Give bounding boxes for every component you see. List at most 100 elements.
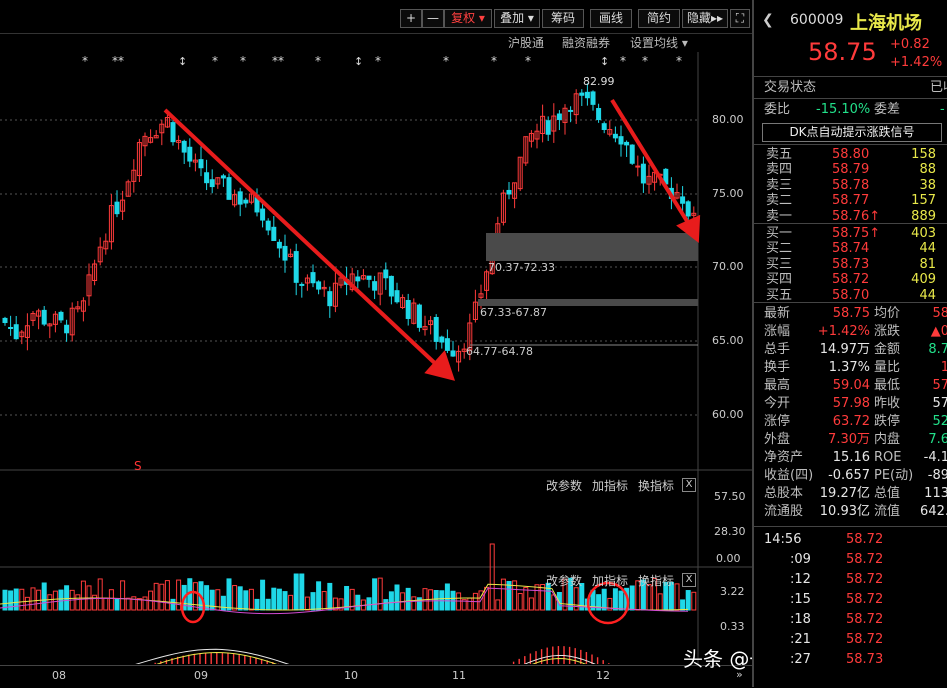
macd-add-indicator-link[interactable]: 加指标: [592, 572, 628, 589]
sell-signal-mark: S: [134, 459, 142, 473]
overlay-label: 叠加: [500, 11, 525, 25]
gap2-label: 67.33-67.87: [480, 306, 547, 319]
event-stars: * * * * * * * * * * * * * * *↕ ↕ ↕: [82, 54, 682, 68]
candle-body: [618, 136, 624, 145]
last-price: 58.75: [808, 38, 877, 66]
volume-bar: [528, 597, 534, 611]
volume-bar: [97, 578, 103, 611]
weibi-value: -15.10%: [816, 102, 871, 117]
quote-value: 59.04: [832, 378, 870, 393]
stock-code: 600009: [790, 12, 844, 28]
vol-tick: 0.00: [716, 552, 741, 565]
macd-close-icon[interactable]: X: [682, 573, 696, 587]
sell-level-volume: 158: [911, 147, 936, 162]
vol-add-indicator-link[interactable]: 加指标: [592, 477, 628, 494]
candle-body: [584, 91, 590, 99]
quote-label: 跌停: [874, 414, 901, 429]
zoom-out-button[interactable]: —: [422, 9, 444, 28]
dividend-marker: ↕: [354, 55, 363, 68]
x-tick: 12: [596, 669, 610, 682]
candle-body: [366, 275, 372, 280]
volume-bar: [383, 599, 389, 611]
dk-signal-banner[interactable]: DK点自动提示涨跌信号: [762, 123, 942, 142]
candle-body: [276, 241, 282, 249]
volume-bar: [58, 589, 64, 611]
margin-link[interactable]: 融资融券: [562, 34, 610, 51]
gap1-label: 70.37-72.33: [488, 261, 555, 274]
quote-value: 63.72: [832, 414, 870, 429]
volume-bar: [310, 592, 316, 611]
dividend-marker: ↕: [178, 55, 187, 68]
candle-body: [383, 269, 389, 279]
quote-value: 57: [932, 396, 947, 411]
macd-tick: 3.22: [720, 585, 745, 598]
quote-value: 58.75: [832, 306, 870, 321]
volume-bar: [170, 598, 176, 611]
draw-line-button[interactable]: 画线: [590, 9, 632, 28]
candle-body: [170, 122, 176, 143]
gap-zone-upper: [486, 233, 698, 261]
weibi-label: 委比: [764, 102, 791, 117]
quote-label: 最低: [874, 378, 901, 393]
quote-value: -0.657: [828, 468, 870, 483]
volume-bar: [254, 598, 260, 611]
volume-bar: [523, 587, 529, 611]
fullscreen-icon[interactable]: ⛶: [730, 9, 750, 28]
quote-value: +1.42%: [817, 324, 870, 339]
chip-button[interactable]: 筹码: [542, 9, 584, 28]
vol-close-icon[interactable]: X: [682, 478, 696, 492]
quote-value: 8.7: [928, 342, 947, 357]
sell-level-price: 58.79: [832, 162, 870, 178]
quote-value: -4.1: [923, 450, 947, 465]
macd-params-link[interactable]: 改参数: [546, 572, 582, 589]
volume-bar: [618, 590, 624, 611]
ma-settings-link[interactable]: 设置均线 ▾: [630, 34, 688, 51]
volume-bar: [288, 594, 294, 611]
volume-bar: [120, 580, 126, 611]
candle-body: [299, 283, 305, 286]
vol-tick: 28.30: [714, 525, 746, 538]
hugutong-link[interactable]: 沪股通: [508, 34, 544, 51]
overlay-button[interactable]: 叠加 ▾: [494, 9, 540, 28]
hide-button[interactable]: 隐藏▸▸: [682, 9, 728, 28]
quote-value: 1: [940, 360, 947, 375]
quote-label: 总股本: [764, 486, 804, 501]
weicha-value: -: [940, 102, 945, 117]
candle-body: [596, 108, 602, 121]
tick-price: 58.72: [846, 592, 884, 607]
volume-bar: [355, 594, 361, 611]
candle-body: [680, 196, 686, 204]
volume-bar: [41, 582, 47, 611]
fuquan-label: 复权: [451, 11, 476, 25]
vol-switch-indicator-link[interactable]: 换指标: [638, 477, 674, 494]
quote-label: 总值: [874, 486, 901, 501]
stock-name: 上海机场: [850, 13, 922, 34]
volume-bar: [243, 590, 249, 611]
volume-bar: [114, 598, 120, 611]
panel-collapse-icon[interactable]: ❮: [762, 12, 774, 28]
simple-button[interactable]: 简约: [638, 9, 680, 28]
buy-level-label: 买五: [766, 287, 793, 303]
candle-body: [394, 290, 400, 303]
volume-bar: [142, 596, 148, 611]
candle-body: [226, 177, 232, 200]
vol-params-link[interactable]: 改参数: [546, 477, 582, 494]
volume-bar: [467, 597, 473, 611]
tick-price: 58.72: [846, 532, 884, 547]
candle-body: [355, 276, 361, 282]
buy-level-volume: 44: [919, 241, 936, 257]
fuquan-button[interactable]: 复权 ▾: [444, 9, 492, 28]
macd-switch-indicator-link[interactable]: 换指标: [638, 572, 674, 589]
price-tick: 65.00: [712, 334, 744, 347]
volume-bar: [372, 578, 378, 611]
trade-status-value: 已收: [930, 80, 947, 95]
quote-label: 涨幅: [764, 324, 791, 339]
volume-bar: [680, 599, 686, 611]
macd-histogram: [154, 646, 610, 664]
downtrend-arrow-2: [610, 98, 692, 228]
x-tick: 11: [452, 669, 466, 682]
zoom-in-button[interactable]: +: [400, 9, 422, 28]
pct-change: +1.42%: [890, 55, 943, 70]
volume-bar: [612, 588, 618, 611]
high-label: 82.99: [583, 75, 615, 88]
